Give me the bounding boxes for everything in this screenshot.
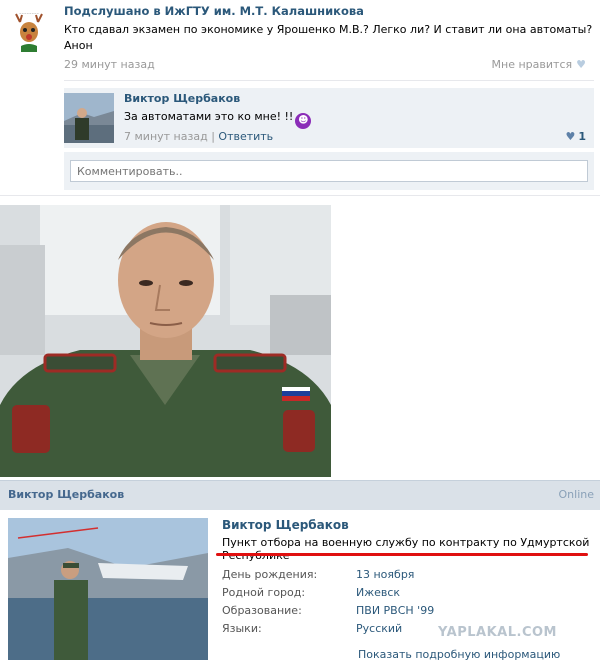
watermark: YAPLAKAL.COM <box>438 625 557 640</box>
info-value[interactable]: ПВИ РВСН '99 <box>356 604 434 617</box>
svg-text:~~~~~~~~: ~~~~~~~~ <box>19 11 40 15</box>
comment-form <box>64 152 594 190</box>
community-avatar[interactable]: ~~~~~~~~ <box>8 8 50 52</box>
reply-meta: 7 минут назад | Ответить <box>124 130 273 143</box>
like-label: Мне нравится <box>491 58 573 71</box>
reply-answer-link[interactable]: Ответить <box>218 130 273 143</box>
devil-emoji-icon: ☻ <box>295 113 312 129</box>
commenter-avatar[interactable] <box>64 93 114 143</box>
reply-timestamp[interactable]: 7 минут назад <box>124 130 208 143</box>
reply-like-count: 1 <box>578 130 586 143</box>
info-label: День рождения: <box>222 568 318 581</box>
profile-status: Пункт отбора на военную службу по контра… <box>222 536 590 562</box>
info-value[interactable]: Ижевск <box>356 586 400 599</box>
reply-author-link[interactable]: Виктор Щербаков <box>124 92 240 105</box>
meta-separator: | <box>211 130 215 143</box>
post-text: Кто сдавал экзамен по экономике у Ярошен… <box>64 22 592 54</box>
comment-input[interactable] <box>70 160 588 182</box>
wall-post: ~~~~~~~~ Подслушано в ИжГТУ им. М.Т. Кал… <box>0 0 600 196</box>
profile-info: Виктор Щербаков Пункт отбора на военную … <box>0 510 600 660</box>
profile-photo[interactable] <box>8 518 208 660</box>
commenter-photo <box>64 93 114 143</box>
info-label: Языки: <box>222 622 262 635</box>
post-author-link[interactable]: Подслушано в ИжГТУ им. М.Т. Калашникова <box>64 4 364 18</box>
reply-text-content: За автоматами это ко мне! !! <box>124 110 294 123</box>
profile-header: Виктор Щербаков Online <box>0 480 600 510</box>
info-label: Образование: <box>222 604 302 617</box>
heart-icon: ♥ <box>565 130 576 143</box>
reply-text: За автоматами это ко мне! !! ☻ <box>124 110 312 129</box>
post-text-signature: Анон <box>64 39 93 52</box>
deer-logo-icon: ~~~~~~~~ <box>8 8 50 52</box>
online-status: Online <box>558 488 594 501</box>
reply-like-button[interactable]: ♥ 1 <box>565 130 586 143</box>
like-button[interactable]: Мне нравится ♥ <box>492 58 586 71</box>
divider <box>64 80 594 81</box>
comment-reply: Виктор Щербаков За автоматами это ко мне… <box>64 88 594 148</box>
info-label: Родной город: <box>222 586 306 599</box>
info-value[interactable]: 13 ноября <box>356 568 414 581</box>
profile-name: Виктор Щербаков <box>222 518 349 532</box>
officer-portrait-photo <box>0 205 331 477</box>
heart-icon: ♥ <box>576 58 586 71</box>
profile-header-name: Виктор Щербаков <box>8 488 125 501</box>
highlight-underline <box>216 553 588 556</box>
profile-image <box>8 518 208 660</box>
show-more-info-link[interactable]: Показать подробную информацию <box>358 648 560 660</box>
post-text-line: Кто сдавал экзамен по экономике у Ярошен… <box>64 23 593 36</box>
post-timestamp[interactable]: 29 минут назад <box>64 58 155 71</box>
info-value[interactable]: Русский <box>356 622 402 635</box>
portrait-image <box>0 205 331 477</box>
